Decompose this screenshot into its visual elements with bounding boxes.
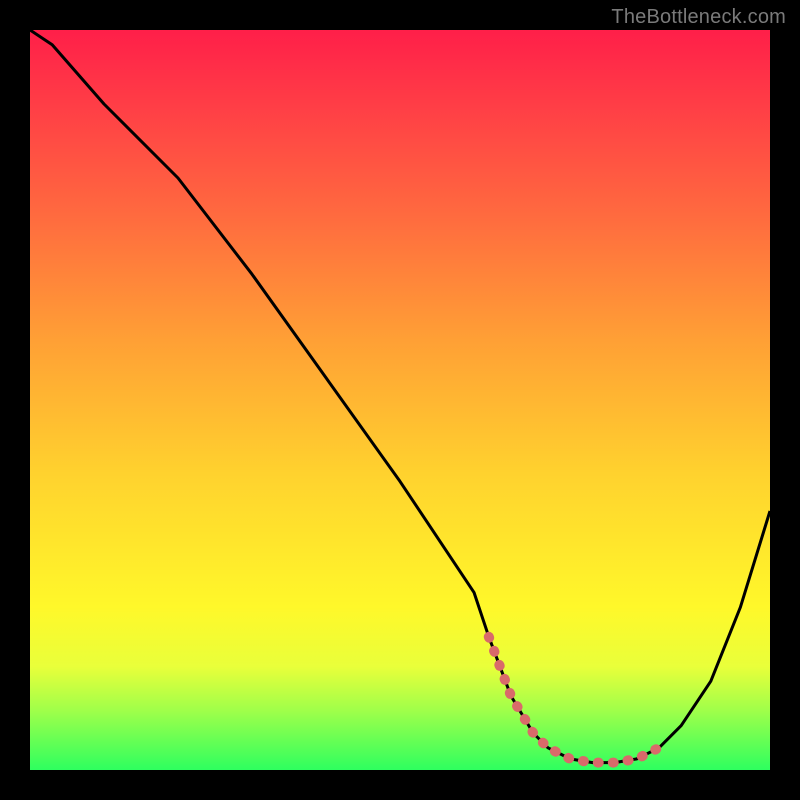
bottleneck-curve — [30, 30, 770, 763]
chart-plot-area — [30, 30, 770, 770]
bottleneck-chart — [30, 30, 770, 770]
watermark-text: TheBottleneck.com — [611, 6, 786, 29]
